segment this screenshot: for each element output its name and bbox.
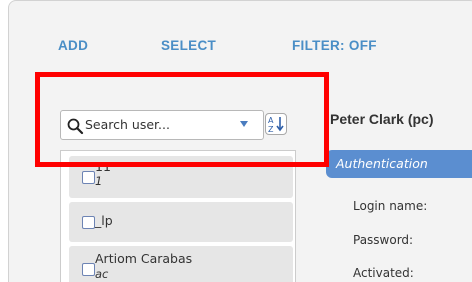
select-button[interactable]: SELECT (161, 38, 216, 53)
user-name: Artiom Carabas (95, 251, 193, 266)
sort-az-icon: A Z (268, 116, 284, 134)
search-icon (67, 118, 84, 135)
user-name: 11 (95, 159, 111, 174)
checkbox[interactable] (82, 171, 95, 184)
tab-authentication[interactable]: Authentication (326, 150, 472, 178)
user-login: ac (95, 267, 109, 281)
sort-button[interactable]: A Z (265, 113, 287, 135)
password-label: Password: (353, 233, 414, 247)
user-login: 1 (95, 174, 103, 188)
list-item[interactable]: Artiom Carabas ac (69, 246, 293, 282)
svg-text:Z: Z (268, 125, 274, 134)
checkbox[interactable] (82, 216, 95, 229)
list-item[interactable]: 11 1 (69, 156, 293, 198)
user-detail-title: Peter Clark (pc) (330, 111, 434, 127)
search-placeholder: Search user... (85, 117, 170, 132)
search-dropdown-icon[interactable] (240, 121, 248, 127)
svg-text:A: A (268, 116, 274, 125)
user-list: 11 1 _lp Artiom Carabas ac (60, 150, 296, 282)
checkbox[interactable] (82, 263, 95, 276)
login-name-label: Login name: (353, 199, 428, 213)
list-item[interactable]: _lp (69, 202, 293, 242)
add-button[interactable]: ADD (58, 38, 88, 53)
toolbar: ADD SELECT FILTER: OFF (0, 38, 472, 56)
tab-authentication-label: Authentication (336, 156, 428, 171)
search-input[interactable]: Search user... (60, 110, 264, 140)
activated-label: Activated: (353, 266, 414, 280)
filter-button[interactable]: FILTER: OFF (292, 38, 377, 53)
user-name: _lp (95, 213, 113, 228)
